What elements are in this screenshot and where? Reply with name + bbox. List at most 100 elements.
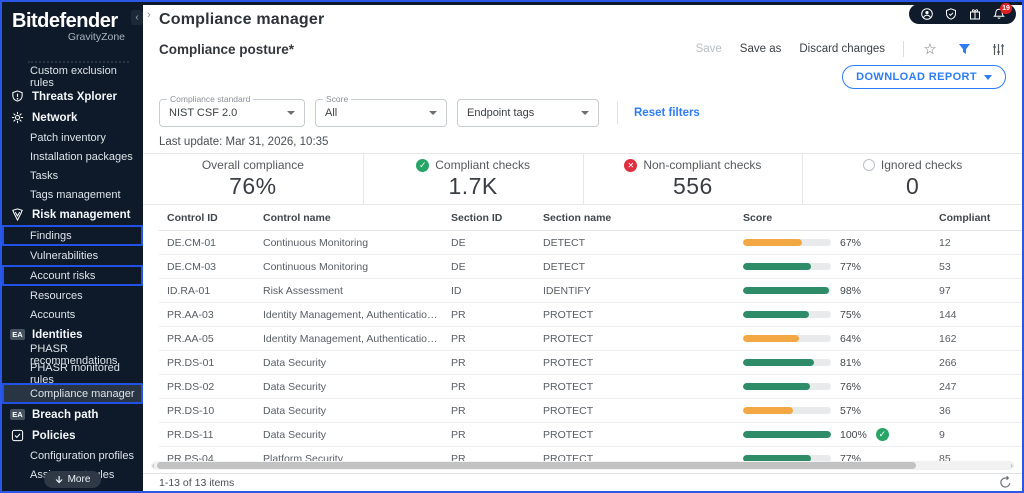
score-bar bbox=[743, 239, 831, 246]
account-icon[interactable] bbox=[920, 8, 933, 21]
column-header-control-name[interactable]: Control name bbox=[255, 212, 443, 224]
summary-card-compliant-checks: ✓Compliant checks1.7K bbox=[363, 154, 583, 204]
download-report-button[interactable]: DOWNLOAD REPORT bbox=[842, 65, 1006, 89]
table-row[interactable]: DE.CM-03Continuous MonitoringDEDETECT77%… bbox=[159, 255, 1022, 279]
sidebar-item-breach-path[interactable]: EABreach path bbox=[2, 404, 143, 425]
sidebar-item-compliance-manager[interactable]: Compliance manager bbox=[2, 383, 143, 404]
cell-compliant: 97 bbox=[931, 285, 1022, 297]
cross-circle-icon: ✕ bbox=[624, 159, 637, 172]
cell-control-id: PR.DS-10 bbox=[159, 405, 255, 417]
compliance-standard-select[interactable]: Compliance standard NIST CSF 2.0 bbox=[159, 99, 305, 127]
table-row[interactable]: PR.PS-04Platform SecurityPRPROTECT77%85 bbox=[159, 447, 1022, 461]
sidebar-item-account-risks[interactable]: Account risks bbox=[2, 265, 143, 286]
cell-score: 76% bbox=[735, 381, 931, 393]
threat-shield-icon bbox=[10, 89, 25, 104]
sidebar-item-phasr-monitored-rules[interactable]: PHASR monitored rules bbox=[2, 364, 143, 383]
settings-sliders-icon[interactable] bbox=[990, 41, 1006, 57]
sidebar-item-findings[interactable]: Findings bbox=[2, 225, 143, 246]
sidebar-item-accounts[interactable]: Accounts bbox=[2, 305, 143, 324]
cell-section-id: PR bbox=[443, 405, 535, 417]
notifications-bell-icon[interactable]: 19 bbox=[992, 8, 1005, 21]
sidebar-collapse-button[interactable]: ‹ bbox=[131, 10, 143, 25]
filter-funnel-icon[interactable] bbox=[956, 41, 972, 57]
cell-section-name: PROTECT bbox=[535, 357, 735, 369]
column-header-section-id[interactable]: Section ID bbox=[443, 212, 535, 224]
sidebar-item-vulnerabilities[interactable]: Vulnerabilities bbox=[2, 246, 143, 265]
scroll-right-arrow-icon[interactable]: › bbox=[1010, 461, 1013, 470]
cell-score: 98% bbox=[735, 285, 931, 297]
compliance-standard-label: Compliance standard bbox=[167, 94, 253, 104]
scroll-left-arrow-icon[interactable]: ‹ bbox=[152, 461, 155, 470]
score-bar bbox=[743, 263, 831, 270]
cell-control-id: PR.DS-02 bbox=[159, 381, 255, 393]
endpoint-tags-value: Endpoint tags bbox=[467, 107, 534, 119]
save-as-button[interactable]: Save as bbox=[740, 43, 782, 55]
sidebar-item-label: Compliance manager bbox=[30, 388, 135, 400]
main-area: › 19 Compliance manager Compliance postu… bbox=[143, 2, 1022, 491]
score-percent-label: 76% bbox=[840, 381, 861, 393]
save-button[interactable]: Save bbox=[696, 43, 722, 55]
table-row[interactable]: PR.DS-11Data SecurityPRPROTECT100%✓9 bbox=[159, 423, 1022, 447]
score-value: All bbox=[325, 107, 337, 119]
sidebar-item-installation-packages[interactable]: Installation packages bbox=[2, 147, 143, 166]
sidebar-item-tasks[interactable]: Tasks bbox=[2, 166, 143, 185]
full-compliance-check-icon: ✓ bbox=[876, 428, 889, 441]
cell-control-id: DE.CM-03 bbox=[159, 261, 255, 273]
endpoint-tags-select[interactable]: Endpoint tags bbox=[457, 99, 599, 127]
sidebar-item-label: Configuration profiles bbox=[30, 450, 134, 462]
table-row[interactable]: PR.AA-03Identity Management, Authenticat… bbox=[159, 303, 1022, 327]
sidebar-item-configuration-profiles[interactable]: Configuration profiles bbox=[2, 446, 143, 465]
summary-card-non-compliant-checks: ✕ Non-compliant checks556 bbox=[583, 154, 803, 204]
cell-section-name: PROTECT bbox=[535, 429, 735, 441]
sidebar-item-label: Installation packages bbox=[30, 151, 133, 163]
refresh-icon[interactable] bbox=[998, 476, 1012, 490]
table-header-row: Control IDControl nameSection IDSection … bbox=[159, 205, 1022, 231]
table-row[interactable]: PR.DS-01Data SecurityPRPROTECT81%266 bbox=[159, 351, 1022, 375]
table-row[interactable]: PR.DS-10Data SecurityPRPROTECT57%36 bbox=[159, 399, 1022, 423]
sidebar-item-resources[interactable]: Resources bbox=[2, 286, 143, 305]
table-row[interactable]: PR.DS-02Data SecurityPRPROTECT76%247 bbox=[159, 375, 1022, 399]
column-header-section-name[interactable]: Section name bbox=[535, 212, 735, 224]
support-shield-icon[interactable] bbox=[944, 8, 957, 21]
summary-card-label: Overall compliance bbox=[202, 158, 304, 172]
table-row[interactable]: DE.CM-01Continuous MonitoringDEDETECT67%… bbox=[159, 231, 1022, 255]
cell-control-id: PR.DS-11 bbox=[159, 429, 255, 441]
arrow-down-icon bbox=[55, 476, 63, 484]
column-header-score[interactable]: Score bbox=[735, 212, 931, 224]
sidebar-item-patch-inventory[interactable]: Patch inventory bbox=[2, 128, 143, 147]
cell-compliant: 247 bbox=[931, 381, 1022, 393]
sidebar-item-label: Vulnerabilities bbox=[30, 250, 98, 262]
sidebar-more-label: More bbox=[68, 474, 91, 485]
compliance-table: Control IDControl nameSection IDSection … bbox=[143, 205, 1022, 461]
summary-card-value: 556 bbox=[673, 173, 713, 200]
summary-card-label: Non-compliant checks bbox=[643, 158, 761, 172]
cell-section-id: DE bbox=[443, 237, 535, 249]
filters-row: Compliance standard NIST CSF 2.0 Score A… bbox=[159, 99, 1022, 127]
table-row[interactable]: PR.AA-05Identity Management, Authenticat… bbox=[159, 327, 1022, 351]
cell-section-name: PROTECT bbox=[535, 381, 735, 393]
column-header-compliant[interactable]: Compliant bbox=[931, 212, 1022, 224]
sidebar-item-custom-exclusion-rules[interactable]: Custom exclusion rules bbox=[2, 67, 143, 86]
sidebar-item-tags-management[interactable]: Tags management bbox=[2, 185, 143, 204]
table-row[interactable]: ID.RA-01Risk AssessmentIDIDENTIFY98%97 bbox=[159, 279, 1022, 303]
subheader-row: Compliance posture* Save Save as Discard… bbox=[159, 41, 1022, 57]
gift-icon[interactable] bbox=[968, 8, 981, 21]
reset-filters-link[interactable]: Reset filters bbox=[634, 107, 700, 119]
cell-compliant: 9 bbox=[931, 429, 1022, 441]
scrollbar-thumb[interactable] bbox=[157, 462, 916, 469]
sidebar-more-button[interactable]: More bbox=[44, 471, 102, 488]
score-select[interactable]: Score All bbox=[315, 99, 447, 127]
filters-divider bbox=[617, 102, 618, 124]
discard-changes-button[interactable]: Discard changes bbox=[799, 43, 885, 55]
cell-score: 67% bbox=[735, 237, 931, 249]
sidebar-item-policies[interactable]: Policies bbox=[2, 425, 143, 446]
cell-section-name: PROTECT bbox=[535, 309, 735, 321]
sidebar-item-label: Identities bbox=[32, 329, 82, 341]
horizontal-scrollbar[interactable]: ‹ › bbox=[151, 461, 1014, 470]
sidebar-item-network[interactable]: Network bbox=[2, 107, 143, 128]
favorite-star-icon[interactable]: ☆ bbox=[922, 41, 938, 57]
sidebar-item-risk-management[interactable]: Risk management bbox=[2, 204, 143, 225]
summary-cards: Overall compliance76%✓Compliant checks1.… bbox=[143, 153, 1022, 205]
column-header-control-id[interactable]: Control ID bbox=[159, 212, 255, 224]
sidebar-item-threats-xplorer[interactable]: Threats Xplorer bbox=[2, 86, 143, 107]
